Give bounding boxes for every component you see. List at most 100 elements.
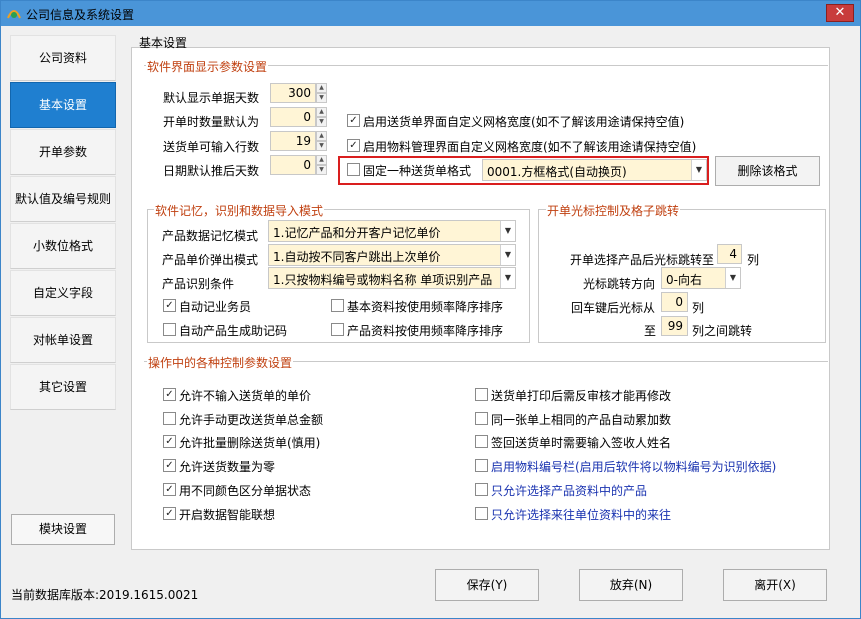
sidebar-item-other-settings[interactable]: 其它设置 — [10, 364, 116, 410]
remember-salesman-checkbox[interactable]: ✓ — [163, 299, 176, 312]
sidebar-item-company-info[interactable]: 公司资料 — [10, 35, 116, 81]
memory-mode-label: 产品数据记忆模式 — [162, 229, 259, 243]
delete-format-button[interactable]: 删除该格式 — [715, 156, 820, 186]
basic-sort-checkbox[interactable] — [331, 299, 344, 312]
sidebar-item-statement-settings[interactable]: 对帐单设置 — [10, 317, 116, 363]
qty-default-spinner[interactable]: 0 ▲ ▼ — [270, 107, 327, 127]
panel-title: 基本设置 — [139, 36, 188, 50]
fixed-format-value: 0001.方框格式(自动换页) — [487, 165, 627, 179]
default-days-label: 默认显示单据天数 — [163, 91, 260, 105]
auto-code-label: 自动产品生成助记码 — [179, 324, 288, 338]
custom-grid-material-label: 启用物料管理界面自定义网格宽度(如不了解该用途请保持空值) — [363, 140, 697, 154]
identify-select[interactable]: 1.只按物料编号或物料名称 单项识别产品 ▼ — [268, 267, 516, 289]
custom-grid-material-checkbox[interactable]: ✓ — [347, 139, 360, 152]
spin-down-icon[interactable]: ▼ — [316, 165, 327, 175]
auto-accumulate-checkbox[interactable] — [475, 412, 488, 425]
db-version-text: 当前数据库版本:2019.1615.0021 — [11, 588, 199, 602]
chevron-down-icon[interactable]: ▼ — [691, 160, 706, 180]
settings-window: 公司信息及系统设置 ✕ 公司资料 基本设置 开单参数 默认值及编号规则 小数位格… — [0, 0, 861, 619]
custom-grid-delivery-label: 启用送货单界面自定义网格宽度(如不了解该用途请保持空值) — [363, 115, 685, 129]
price-popup-select[interactable]: 1.自动按不同客户跳出上次单价 ▼ — [268, 244, 516, 266]
signer-name-checkbox[interactable] — [475, 435, 488, 448]
chevron-down-icon[interactable]: ▼ — [500, 268, 515, 288]
signer-name-label: 签回送货单时需要输入签收人姓名 — [491, 436, 672, 450]
allow-batch-delete-label: 允许批量删除送货单(慎用) — [179, 436, 321, 450]
rows-spinner[interactable]: 19 ▲ ▼ — [270, 131, 327, 151]
spin-up-icon[interactable]: ▲ — [316, 131, 327, 141]
module-settings-button[interactable]: 模块设置 — [11, 514, 115, 545]
enter-from-input[interactable]: 0 — [661, 292, 688, 312]
enter-from-unit: 列 — [692, 301, 705, 315]
save-button[interactable]: 保存(Y) — [435, 569, 539, 601]
to-label: 至 — [644, 324, 657, 338]
default-days-spinner[interactable]: 300 ▲ ▼ — [270, 83, 327, 103]
product-sort-checkbox[interactable] — [331, 323, 344, 336]
sidebar-item-defaults-numbering[interactable]: 默认值及编号规则 — [10, 176, 116, 222]
spin-down-icon[interactable]: ▼ — [316, 117, 327, 127]
allow-no-price-label: 允许不输入送货单的单价 — [179, 389, 312, 403]
allow-no-price-checkbox[interactable]: ✓ — [163, 388, 176, 401]
display-group-title: 软件界面显示参数设置 — [146, 58, 269, 75]
chevron-down-icon[interactable]: ▼ — [500, 245, 515, 265]
sidebar-item-basic-settings[interactable]: 基本设置 — [10, 82, 116, 128]
reaudit-after-print-label: 送货单打印后需反审核才能再修改 — [491, 389, 672, 403]
only-listed-products-checkbox[interactable] — [475, 483, 488, 496]
close-button[interactable]: ✕ — [826, 4, 854, 22]
spin-down-icon[interactable]: ▼ — [316, 93, 327, 103]
price-popup-value: 1.自动按不同客户跳出上次单价 — [273, 250, 441, 264]
title-bar: 公司信息及系统设置 ✕ — [1, 1, 860, 26]
spin-down-icon[interactable]: ▼ — [316, 141, 327, 151]
chevron-down-icon[interactable]: ▼ — [725, 268, 740, 288]
only-listed-partners-checkbox[interactable] — [475, 507, 488, 520]
memory-mode-select[interactable]: 1.记忆产品和分开客户记忆单价 ▼ — [268, 220, 516, 242]
fixed-format-select[interactable]: 0001.方框格式(自动换页) ▼ — [482, 159, 707, 181]
allow-batch-delete-checkbox[interactable]: ✓ — [163, 435, 176, 448]
allow-edit-total-checkbox[interactable] — [163, 412, 176, 425]
material-code-column-checkbox[interactable] — [475, 459, 488, 472]
direction-select[interactable]: 0-向右 ▼ — [661, 267, 741, 289]
memory-group-title: 软件记忆，识别和数据导入模式 — [154, 202, 325, 219]
date-delay-label: 日期默认推后天数 — [163, 164, 260, 178]
exit-button[interactable]: 离开(X) — [723, 569, 827, 601]
auto-accumulate-label: 同一张单上相同的产品自动累加数 — [491, 413, 672, 427]
sidebar-item-order-params[interactable]: 开单参数 — [10, 129, 116, 175]
rows-label: 送货单可输入行数 — [163, 140, 260, 154]
smart-suggest-checkbox[interactable]: ✓ — [163, 507, 176, 520]
jump-to-input[interactable]: 4 — [717, 244, 742, 264]
window-title: 公司信息及系统设置 — [26, 8, 135, 22]
cancel-button[interactable]: 放弃(N) — [579, 569, 683, 601]
default-days-value[interactable]: 300 — [270, 83, 316, 103]
auto-code-checkbox[interactable] — [163, 323, 176, 336]
sidebar-item-decimal-format[interactable]: 小数位格式 — [10, 223, 116, 269]
to-input[interactable]: 99 — [661, 316, 688, 336]
basic-sort-label: 基本资料按使用频率降序排序 — [347, 300, 504, 314]
qty-default-value[interactable]: 0 — [270, 107, 316, 127]
spin-up-icon[interactable]: ▲ — [316, 83, 327, 93]
identify-value: 1.只按物料编号或物料名称 单项识别产品 — [273, 273, 493, 287]
date-delay-spinner[interactable]: 0 ▲ ▼ — [270, 155, 327, 175]
qty-default-label: 开单时数量默认为 — [163, 115, 260, 129]
cursor-group-title: 开单光标控制及格子跳转 — [546, 202, 681, 219]
settings-sidebar: 公司资料 基本设置 开单参数 默认值及编号规则 小数位格式 自定义字段 对帐单设… — [10, 35, 118, 410]
identify-label: 产品识别条件 — [162, 277, 235, 291]
spin-up-icon[interactable]: ▲ — [316, 155, 327, 165]
status-color-checkbox[interactable]: ✓ — [163, 483, 176, 496]
custom-grid-delivery-checkbox[interactable]: ✓ — [347, 114, 360, 127]
rows-value[interactable]: 19 — [270, 131, 316, 151]
to-unit: 列之间跳转 — [692, 324, 753, 338]
chevron-down-icon[interactable]: ▼ — [500, 221, 515, 241]
spin-up-icon[interactable]: ▲ — [316, 107, 327, 117]
only-listed-products-label: 只允许选择产品资料中的产品 — [491, 484, 648, 498]
price-popup-label: 产品单价弹出模式 — [162, 253, 259, 267]
date-delay-value[interactable]: 0 — [270, 155, 316, 175]
direction-value: 0-向右 — [666, 273, 702, 287]
enter-from-label: 回车键后光标从 — [571, 301, 656, 315]
allow-edit-total-label: 允许手动更改送货单总金额 — [179, 413, 324, 427]
allow-zero-qty-checkbox[interactable]: ✓ — [163, 459, 176, 472]
smart-suggest-label: 开启数据智能联想 — [179, 508, 276, 522]
sidebar-item-custom-fields[interactable]: 自定义字段 — [10, 270, 116, 316]
control-group-title: 操作中的各种控制参数设置 — [147, 354, 294, 371]
status-color-label: 用不同颜色区分单据状态 — [179, 484, 312, 498]
reaudit-after-print-checkbox[interactable] — [475, 388, 488, 401]
fixed-format-checkbox[interactable] — [347, 163, 360, 176]
